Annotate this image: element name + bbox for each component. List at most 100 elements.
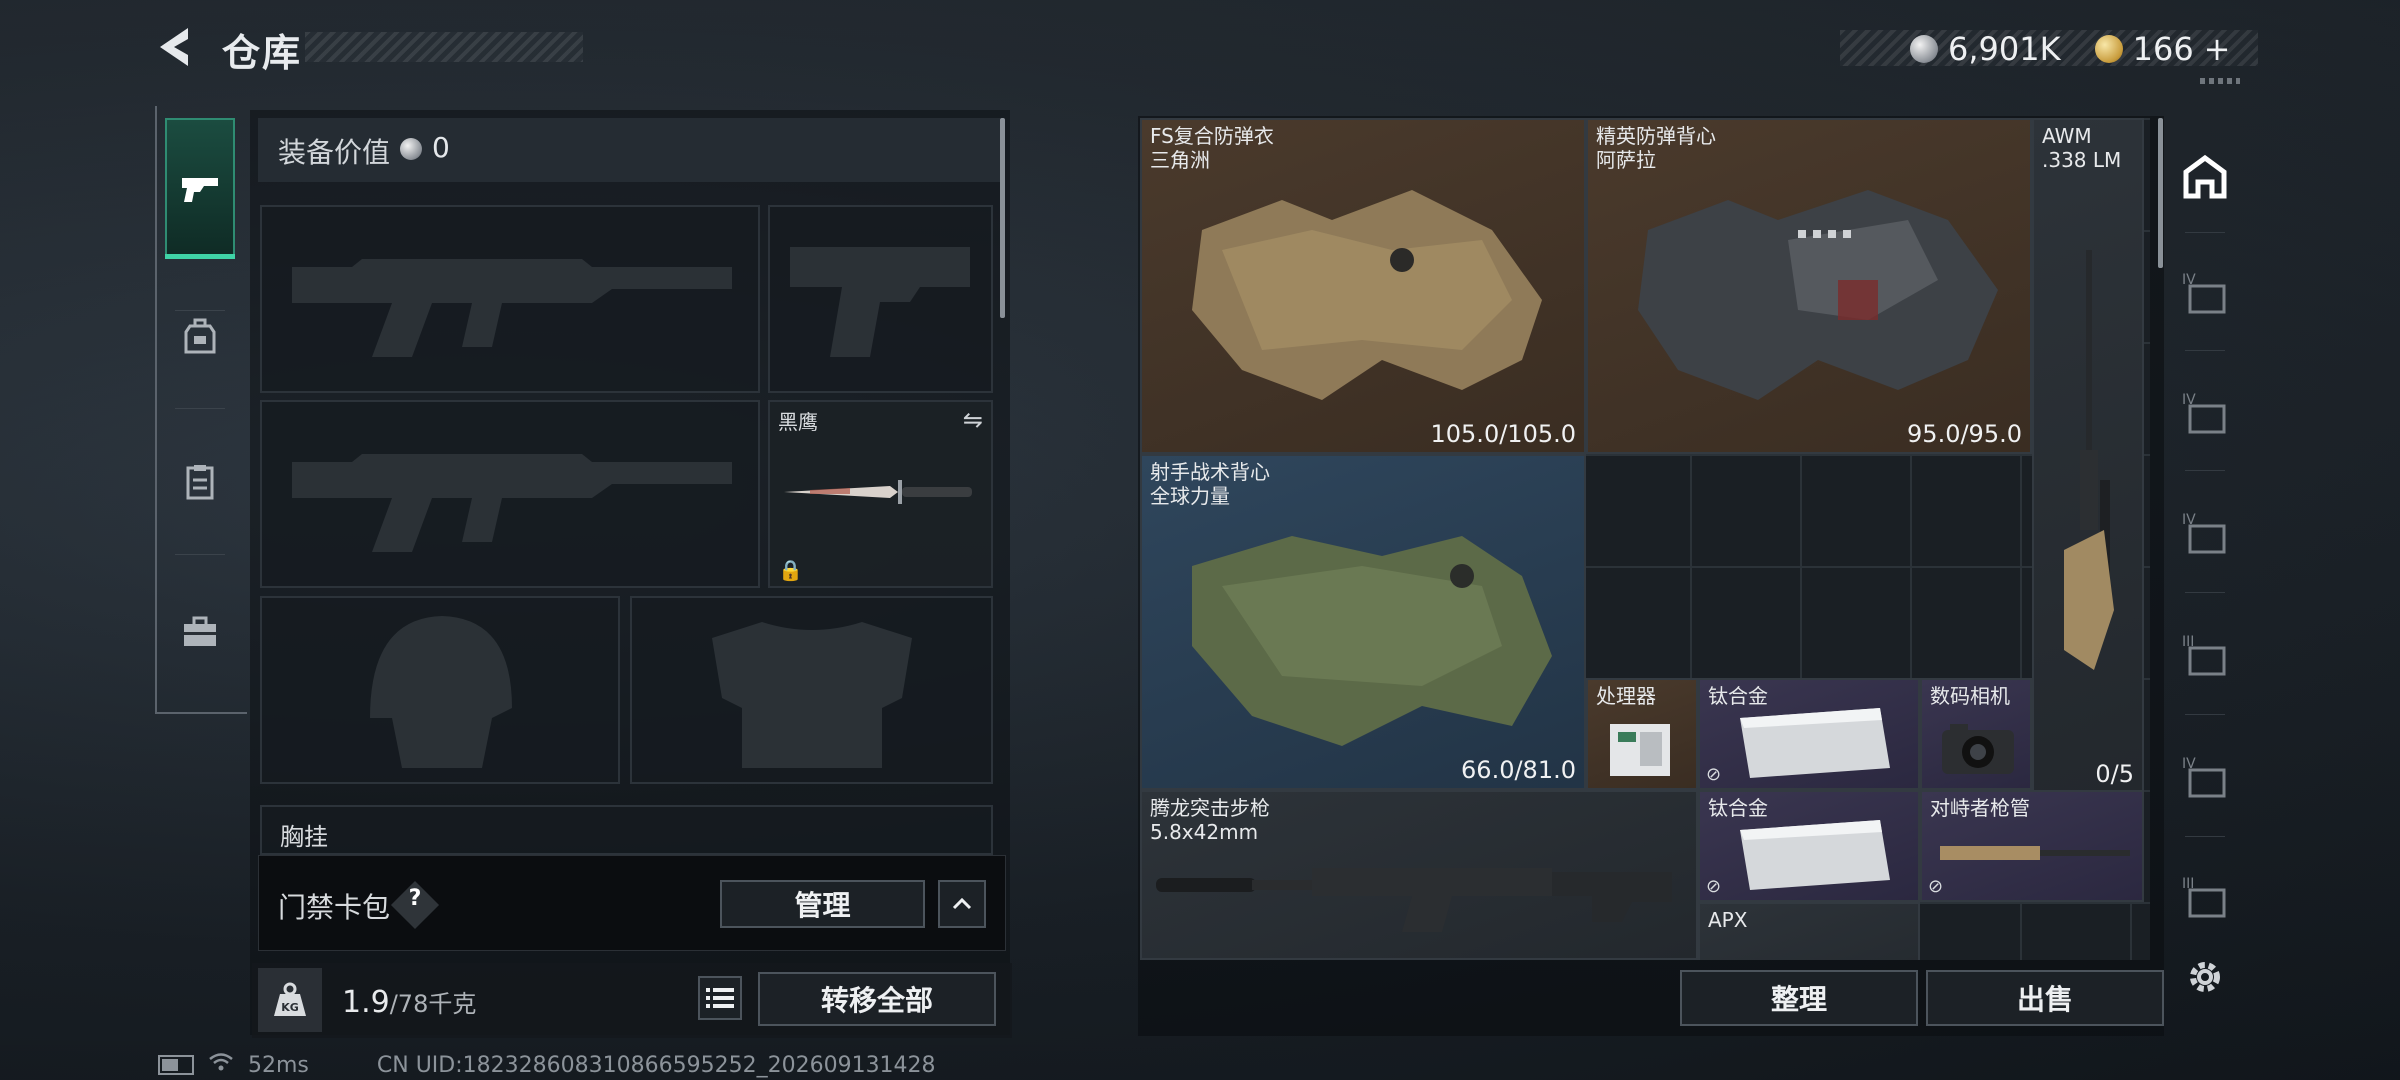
tab-backpack[interactable] [178, 314, 222, 358]
wifi-icon [208, 1052, 234, 1078]
tab-divider [2185, 836, 2225, 837]
stash-item[interactable]: 腾龙突击步枪 5.8x42mm [1140, 790, 1698, 960]
item-name: 处理器 [1596, 684, 1656, 708]
sniper-rifle-icon [2064, 250, 2114, 670]
sort-button[interactable]: 整理 [1680, 970, 1918, 1026]
back-arrow-icon [160, 28, 188, 66]
stash-item[interactable]: 钛合金 ⊘ [1698, 790, 1920, 902]
helmet-slot[interactable] [260, 596, 620, 784]
armor-silhouette-icon [712, 622, 912, 768]
stash-item[interactable]: FS复合防弹衣 三角洲 105.0/105.0 [1140, 118, 1586, 454]
item-name: 腾龙突击步枪 5.8x42mm [1150, 796, 1270, 844]
access-card-label: 门禁卡包 [278, 891, 391, 924]
lock-icon: 🔒 [778, 558, 803, 582]
help-icon-text: ? [408, 886, 422, 911]
manage-button[interactable]: 管理 [720, 880, 925, 928]
item-name: AWM .338 LM [2042, 124, 2122, 172]
titanium-ingot-icon [1740, 820, 1890, 890]
tab-stash-6[interactable]: III [2180, 872, 2230, 922]
svg-text:KG: KG [281, 1001, 299, 1014]
stash-tab-icon: IV [2182, 272, 2226, 314]
pistol-slot[interactable] [768, 205, 993, 393]
body-armor-icon [1638, 190, 1998, 400]
chest-rig-slot[interactable]: 胸挂 [260, 805, 993, 855]
gold-amount: 166 [2132, 30, 2194, 68]
list-view-button[interactable] [698, 976, 742, 1020]
uid-text: CN UID:18232860831086659525​2_2026091314… [376, 1052, 936, 1078]
item-durability: 66.0/81.0 [1461, 756, 1576, 784]
gold-coin-icon [2094, 35, 2123, 63]
pistol-silhouette-icon [790, 247, 970, 357]
equipment-scrollbar[interactable] [1000, 118, 1005, 318]
stash-tab-icon: III [2182, 634, 2226, 676]
stash-item[interactable]: AWM .338 LM 0/5 [2032, 118, 2144, 794]
toolbox-icon [184, 616, 216, 646]
chest-rig-label: 胸挂 [280, 823, 328, 851]
gear-icon [2190, 962, 2220, 992]
item-name: APX [1708, 908, 1748, 932]
sidebar-divider [175, 408, 225, 409]
chevron-up-icon [952, 897, 972, 910]
list-icon [706, 988, 734, 1008]
clipboard-icon [186, 465, 214, 500]
no-insure-icon: ⊘ [1706, 764, 1722, 785]
stash-scrollbar[interactable] [2158, 118, 2163, 268]
item-name: 数码相机 [1930, 684, 2010, 708]
backpack-icon [184, 318, 216, 354]
no-insure-icon: ⊘ [1706, 876, 1722, 897]
armor-slot[interactable] [630, 596, 993, 784]
stash-tab-icon: IV [2182, 756, 2226, 798]
transfer-all-button[interactable]: 转移全部 [758, 972, 996, 1026]
stash-item[interactable]: 对峙者枪管 ⊘ [1920, 790, 2144, 902]
tab-all-stash[interactable] [2180, 152, 2230, 202]
sell-button[interactable]: 出售 [1926, 970, 2164, 1026]
tab-active-indicator [165, 254, 235, 259]
body-armor-icon [1192, 536, 1552, 746]
rifle-silhouette-icon [292, 259, 732, 357]
stash-item[interactable]: 处理器 [1586, 678, 1698, 790]
tab-toolbox[interactable] [178, 610, 222, 654]
tab-chest-rig[interactable] [178, 460, 222, 504]
add-currency-button[interactable]: + [2204, 30, 2231, 68]
sidebar-divider [175, 554, 225, 555]
camera-icon [1942, 724, 2014, 774]
equipment-value: 0 [432, 131, 450, 164]
item-durability: 105.0/105.0 [1430, 420, 1577, 448]
processor-icon [1610, 724, 1670, 776]
secondary-weapon-slot[interactable] [260, 400, 760, 588]
back-button[interactable] [152, 22, 202, 72]
expand-button[interactable] [938, 880, 986, 928]
rifle-silhouette-icon [292, 454, 732, 552]
tab-divider [2185, 232, 2225, 233]
weight-readout: 1.9/78千克 [342, 984, 476, 1020]
weight-current: 1.9 [342, 985, 390, 1020]
stash-item[interactable]: 射手战术背心 全球力量 66.0/81.0 [1140, 454, 1586, 790]
swap-icon[interactable]: ⇋ [963, 406, 983, 434]
equipment-value-label: 装备价值 [278, 136, 391, 169]
tab-stash-3[interactable]: IV [2180, 508, 2230, 558]
pistol-icon [178, 166, 222, 210]
stash-item[interactable]: 精英防弹背心 阿萨拉 95.0/95.0 [1586, 118, 2032, 454]
weight-capacity: /78千克 [389, 990, 477, 1018]
primary-weapon-slot[interactable] [260, 205, 760, 393]
silver-coin-icon [1910, 35, 1938, 63]
currency-dots [2200, 78, 2240, 84]
tab-divider [2185, 350, 2225, 351]
stash-item[interactable]: 数码相机 [1920, 678, 2032, 790]
battery-icon [158, 1055, 194, 1075]
assault-rifle-icon [1156, 868, 1672, 932]
sidebar-divider [175, 310, 225, 311]
settings-button[interactable] [2180, 952, 2230, 1002]
tab-stash-4[interactable]: III [2180, 630, 2230, 680]
melee-slot[interactable]: 黑鹰 ⇋ 🔒 [768, 400, 993, 588]
item-durability: 95.0/95.0 [1907, 420, 2022, 448]
tab-divider [2185, 470, 2225, 471]
melee-name: 黑鹰 [778, 410, 818, 434]
tab-stash-2[interactable]: IV [2180, 388, 2230, 438]
stash-item[interactable]: APX [1698, 902, 1920, 960]
item-name: 对峙者枪管 [1930, 796, 2030, 820]
tab-stash-1[interactable]: IV [2180, 268, 2230, 318]
tab-stash-5[interactable]: IV [2180, 752, 2230, 802]
stash-item[interactable]: 钛合金 ⊘ [1698, 678, 1920, 790]
item-name: 射手战术背心 全球力量 [1150, 460, 1270, 508]
